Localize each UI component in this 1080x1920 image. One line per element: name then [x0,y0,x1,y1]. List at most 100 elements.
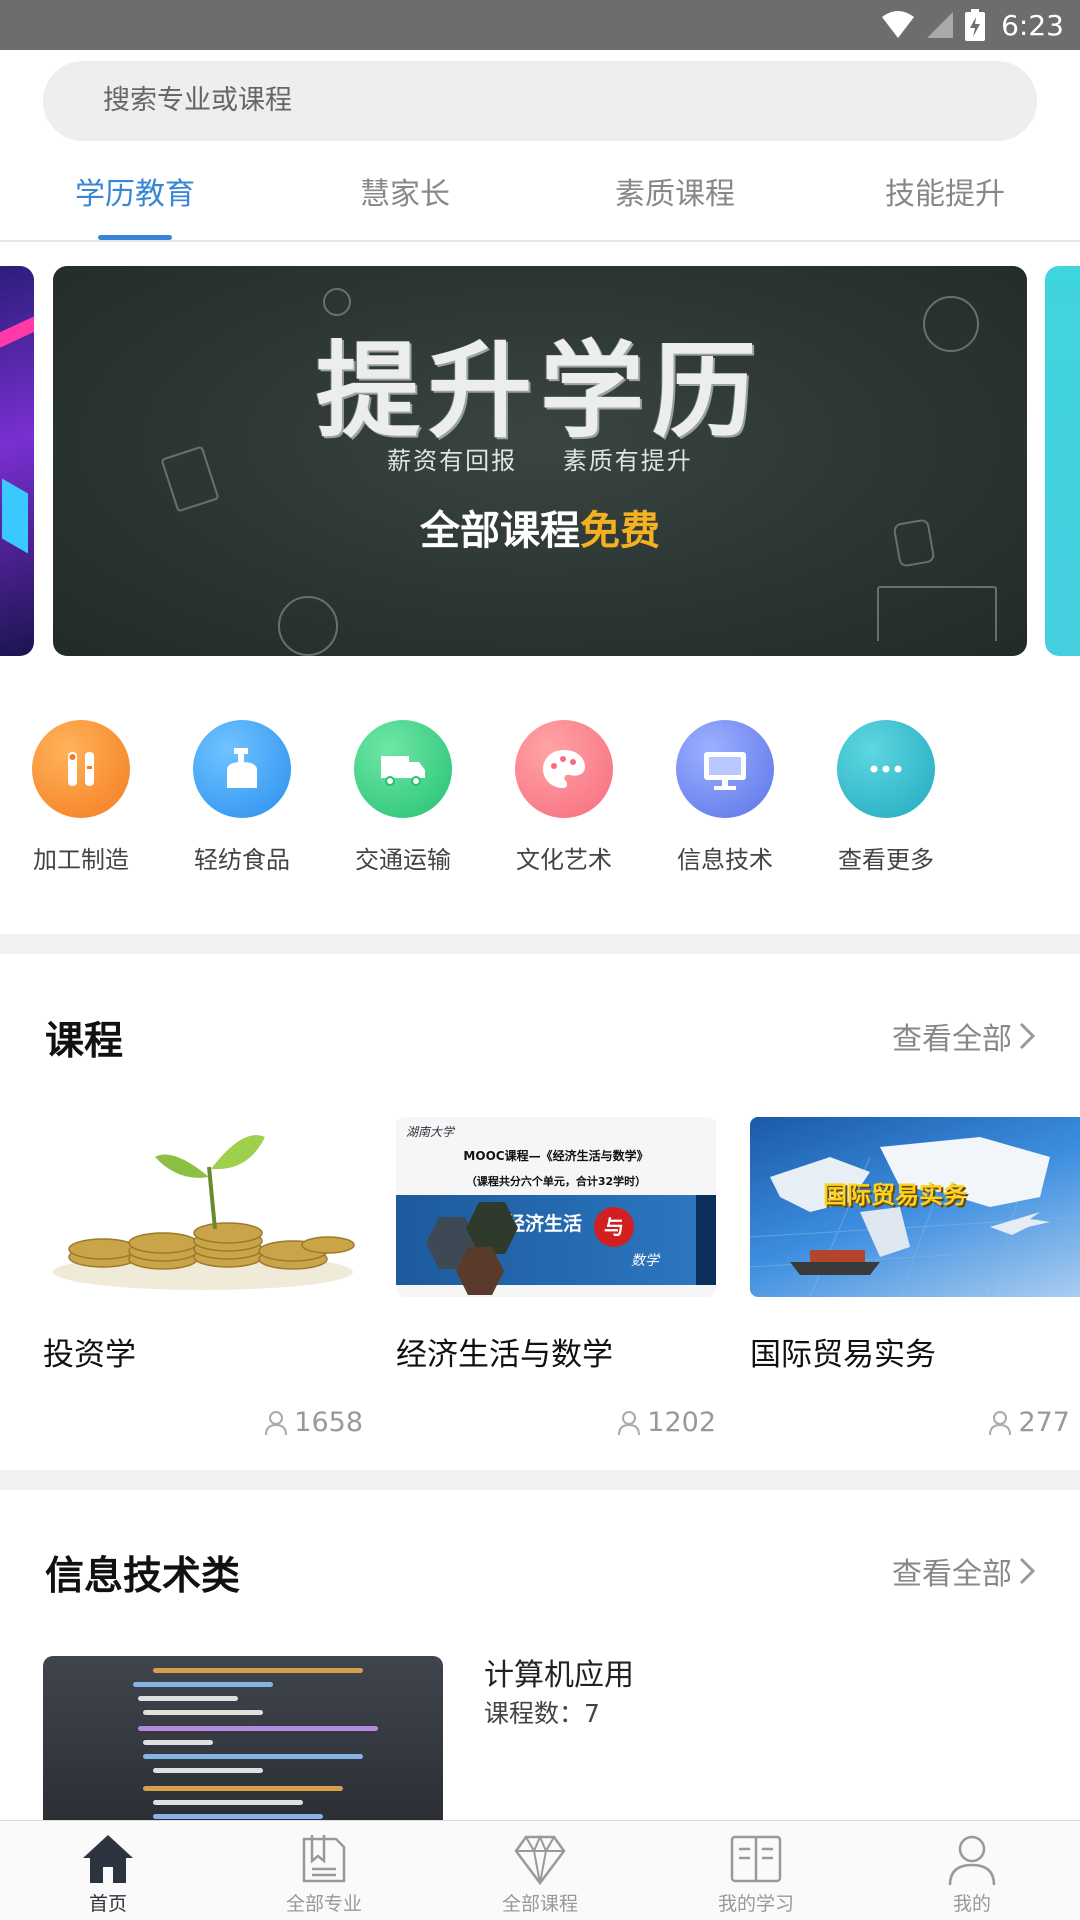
person-icon [989,1410,1012,1435]
person-icon [618,1410,641,1435]
trade-thumb-text: 国际贸易实务 [823,1181,967,1209]
course-student-count: 1658 [264,1407,363,1438]
category-label: 交通运输 [355,846,451,874]
nav-label: 首页 [88,1893,127,1915]
category-transport[interactable]: 交通运输 [333,720,473,875]
category-it[interactable]: 信息技术 [655,720,795,875]
category-label: 加工制造 [33,846,129,874]
code-line [143,1786,343,1791]
category-label: 查看更多 [838,846,934,874]
bottle-icon [193,720,291,818]
tab-skills[interactable]: 技能提升 [850,150,1040,240]
monitor-icon [676,720,774,818]
bottom-navigation: 首页 全部专业 全部课程 我的学习 我的 [0,1820,1080,1920]
info-course-thumbnail[interactable] [43,1656,443,1831]
nav-all-courses[interactable]: 全部课程 [465,1821,615,1920]
code-line [143,1754,363,1759]
mooc-thumb-badge: 与 [594,1207,634,1247]
tab-active-indicator [98,235,172,240]
course-card[interactable]: 投资学 1658 [43,1117,363,1438]
code-line [153,1814,323,1819]
user-icon [948,1835,996,1886]
course-student-count: 277 [988,1407,1070,1438]
tab-academic[interactable]: 学历教育 [40,150,230,240]
globe-doodle-icon [278,596,338,656]
course-card[interactable]: 国际贸易实务 国际贸易实务 277 [750,1117,1080,1438]
student-count-value: 1202 [647,1407,716,1438]
category-label: 文化艺术 [516,846,612,874]
tab-parents[interactable]: 慧家长 [310,150,500,240]
nav-profile[interactable]: 我的 [897,1821,1047,1920]
code-line [138,1726,378,1731]
search-placeholder: 搜索专业或课程 [103,85,292,116]
banner-previous-slide[interactable] [0,266,34,656]
banner-next-slide[interactable] [1045,266,1080,656]
chevron-right-icon [1019,1557,1036,1585]
student-count-value: 277 [1018,1407,1070,1438]
banner-subtitle: 薪资有回报 素质有提升 [53,441,1027,476]
status-bar: 6:23 [0,0,1080,50]
code-line [133,1682,273,1687]
category-shortcuts: 加工制造 轻纺食品 交通运输 文化艺术 信息技术 查看更多 [0,720,1080,890]
banner-subtitle-left: 薪资有回报 [387,447,518,475]
code-line [153,1668,363,1673]
category-culture-art[interactable]: 文化艺术 [494,720,634,875]
info-view-all-button[interactable]: 查看全部 [892,1549,1036,1593]
course-student-count: 1202 [617,1407,716,1438]
book-icon [302,1835,346,1883]
category-label: 信息技术 [677,846,773,874]
signal-icon [927,12,954,38]
nav-label: 我的学习 [717,1893,794,1915]
course-thumbnail: 国际贸易实务 [750,1117,1080,1297]
course-thumbnail: 湖南大学 MOOC课程—《经济生活与数学》 （课程共分六个单元，合计32学时） … [396,1117,716,1297]
category-label: 轻纺食品 [194,846,290,874]
code-line [153,1800,303,1805]
view-all-label: 查看全部 [892,1557,1012,1592]
nav-label: 全部课程 [501,1893,578,1915]
tab-quality[interactable]: 素质课程 [580,150,770,240]
student-count-value: 1658 [294,1407,363,1438]
course-title: 投资学 [43,1337,136,1373]
banner-title: 提升学历 [315,330,764,452]
code-line [143,1710,263,1715]
nav-my-learning[interactable]: 我的学习 [681,1821,831,1920]
code-line [138,1696,238,1701]
view-all-label: 查看全部 [892,1022,1012,1057]
city-doodle-icon [877,586,997,641]
chevron-right-icon [1019,1022,1036,1050]
info-course-name[interactable]: 计算机应用 [484,1650,634,1694]
section-divider [0,934,1080,954]
section-divider [0,1470,1080,1490]
course-card[interactable]: 湖南大学 MOOC课程—《经济生活与数学》 （课程共分六个单元，合计32学时） … [396,1117,716,1438]
courses-view-all-button[interactable]: 查看全部 [892,1014,1036,1058]
category-manufacturing[interactable]: 加工制造 [11,720,151,875]
course-title: 经济生活与数学 [396,1337,613,1373]
nav-home[interactable]: 首页 [33,1821,183,1920]
mooc-thumb-title: MOOC课程—《经济生活与数学》 [463,1149,649,1163]
university-logo-text: 湖南大学 [406,1125,455,1139]
palette-icon [515,720,613,818]
category-more[interactable]: 查看更多 [816,720,956,875]
banner-slide[interactable]: 提升学历 薪资有回报 素质有提升 全部课程免费 [53,266,1027,656]
more-icon [837,720,935,818]
banner-free-line: 全部课程免费 [53,498,1027,556]
mooc-thumb-subtitle: （课程共分六个单元，合计32学时） [465,1175,647,1188]
nav-label: 全部专业 [285,1893,362,1915]
mooc-thumb-edge [696,1195,716,1285]
info-section-title: 信息技术类 [45,1554,241,1599]
mooc-thumb-math: 数学 [631,1253,659,1269]
code-line [143,1740,213,1745]
mooc-thumb-banner-text: 经济生活 [506,1213,583,1235]
course-thumbnail [43,1117,363,1297]
search-input[interactable]: 搜索专业或课程 [43,61,1037,141]
category-textile-food[interactable]: 轻纺食品 [172,720,312,875]
status-icons: 6:23 [881,0,1064,50]
banner-subtitle-right: 素质有提升 [562,447,693,475]
diamond-icon [514,1834,566,1886]
tools-icon [32,720,130,818]
person-icon [265,1410,288,1435]
battery-icon [965,9,986,41]
nav-all-majors[interactable]: 全部专业 [249,1821,399,1920]
wifi-icon [882,11,915,38]
nav-label: 我的 [952,1893,991,1915]
